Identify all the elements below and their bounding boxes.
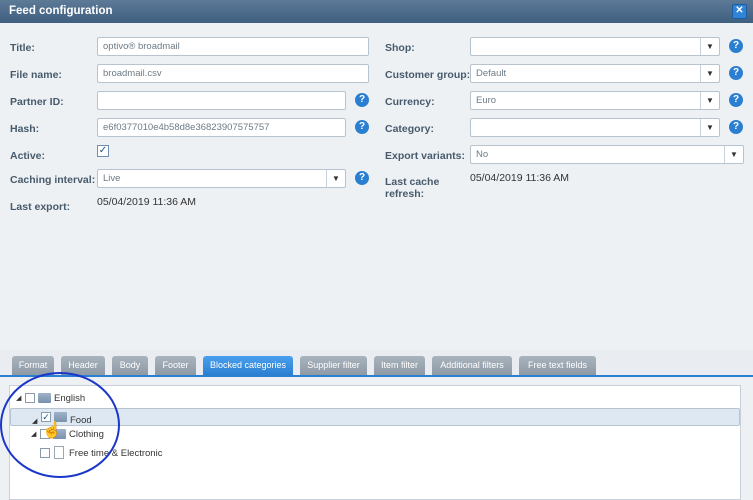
hash-input[interactable]: e6f0377010e4b58d8e36823907575757 [97,118,346,137]
shop-select[interactable]: ▼ [470,37,720,56]
file-name-input[interactable]: broadmail.csv [97,64,369,83]
category-select[interactable]: ▼ [470,118,720,137]
feed-form: Title: optivo® broadmail File name: broa… [0,23,753,350]
hash-help-icon[interactable]: ? [355,120,369,134]
hash-label: Hash: [10,123,40,135]
shop-label: Shop: [385,42,415,54]
last-export-value: 05/04/2019 11:36 AM [97,196,197,208]
currency-value: Euro [476,95,497,106]
caching-interval-label: Caching interval: [10,174,96,186]
tab-bar: Format Header Body Footer Blocked catego… [0,350,753,377]
caching-interval-help-icon[interactable]: ? [355,171,369,185]
tab-free-text-fields[interactable]: Free text fields [519,356,596,375]
currency-label: Currency: [385,96,435,108]
customer-group-help-icon[interactable]: ? [729,66,743,80]
chevron-down-icon[interactable]: ▼ [326,170,345,187]
active-label: Active: [10,150,46,162]
currency-select[interactable]: Euro ▼ [470,91,720,110]
last-cache-value: 05/04/2019 11:36 AM [470,172,570,184]
partner-id-input[interactable] [97,91,346,110]
tab-item-filter[interactable]: Item filter [374,356,425,375]
tree-row-english[interactable]: ◢ English [10,390,740,408]
chevron-down-icon[interactable]: ▼ [724,146,743,163]
export-variants-value: No [476,149,489,160]
tab-body[interactable]: Body [112,356,148,375]
customer-group-value: Default [476,68,507,79]
last-export-label: Last export: [10,201,71,213]
category-label: Category: [385,123,435,135]
tab-additional-filters[interactable]: Additional filters [432,356,512,375]
export-variants-select[interactable]: No ▼ [470,145,744,164]
chevron-down-icon[interactable]: ▼ [700,38,719,55]
active-checkbox[interactable]: ✓ [97,145,109,157]
last-cache-label-line1: Last cache [385,176,440,188]
chevron-down-icon[interactable]: ▼ [700,119,719,136]
category-help-icon[interactable]: ? [729,120,743,134]
title-input[interactable]: optivo® broadmail [97,37,369,56]
tab-supplier-filter[interactable]: Supplier filter [300,356,367,375]
window-titlebar: Feed configuration ✕ [0,0,753,23]
currency-help-icon[interactable]: ? [729,93,743,107]
chevron-down-icon[interactable]: ▼ [700,65,719,82]
shop-help-icon[interactable]: ? [729,39,743,53]
caching-interval-value: Live [103,173,121,184]
customer-group-select[interactable]: Default ▼ [470,64,720,83]
tree-row-free-time[interactable]: Free time & Electronic [10,445,740,463]
last-cache-label: Last cache refresh: [385,176,439,200]
customer-group-label: Customer group: [385,69,471,81]
tab-footer[interactable]: Footer [155,356,196,375]
export-variants-label: Export variants: [385,150,465,162]
category-tree: ◢ English ◢ ✓ Food ◢ Clothing Free time … [9,385,741,500]
title-label: Title: [10,42,35,54]
partner-id-label: Partner ID: [10,96,64,108]
file-name-label: File name: [10,69,62,81]
chevron-down-icon[interactable]: ▼ [700,92,719,109]
caching-interval-select[interactable]: Live ▼ [97,169,346,188]
window-title: Feed configuration [9,5,113,17]
partner-id-help-icon[interactable]: ? [355,93,369,107]
hand-cursor-icon: ☝ [42,422,62,439]
tab-blocked-categories[interactable]: Blocked categories [203,356,293,375]
close-icon[interactable]: ✕ [732,4,747,19]
last-cache-label-line2: refresh: [385,188,425,200]
